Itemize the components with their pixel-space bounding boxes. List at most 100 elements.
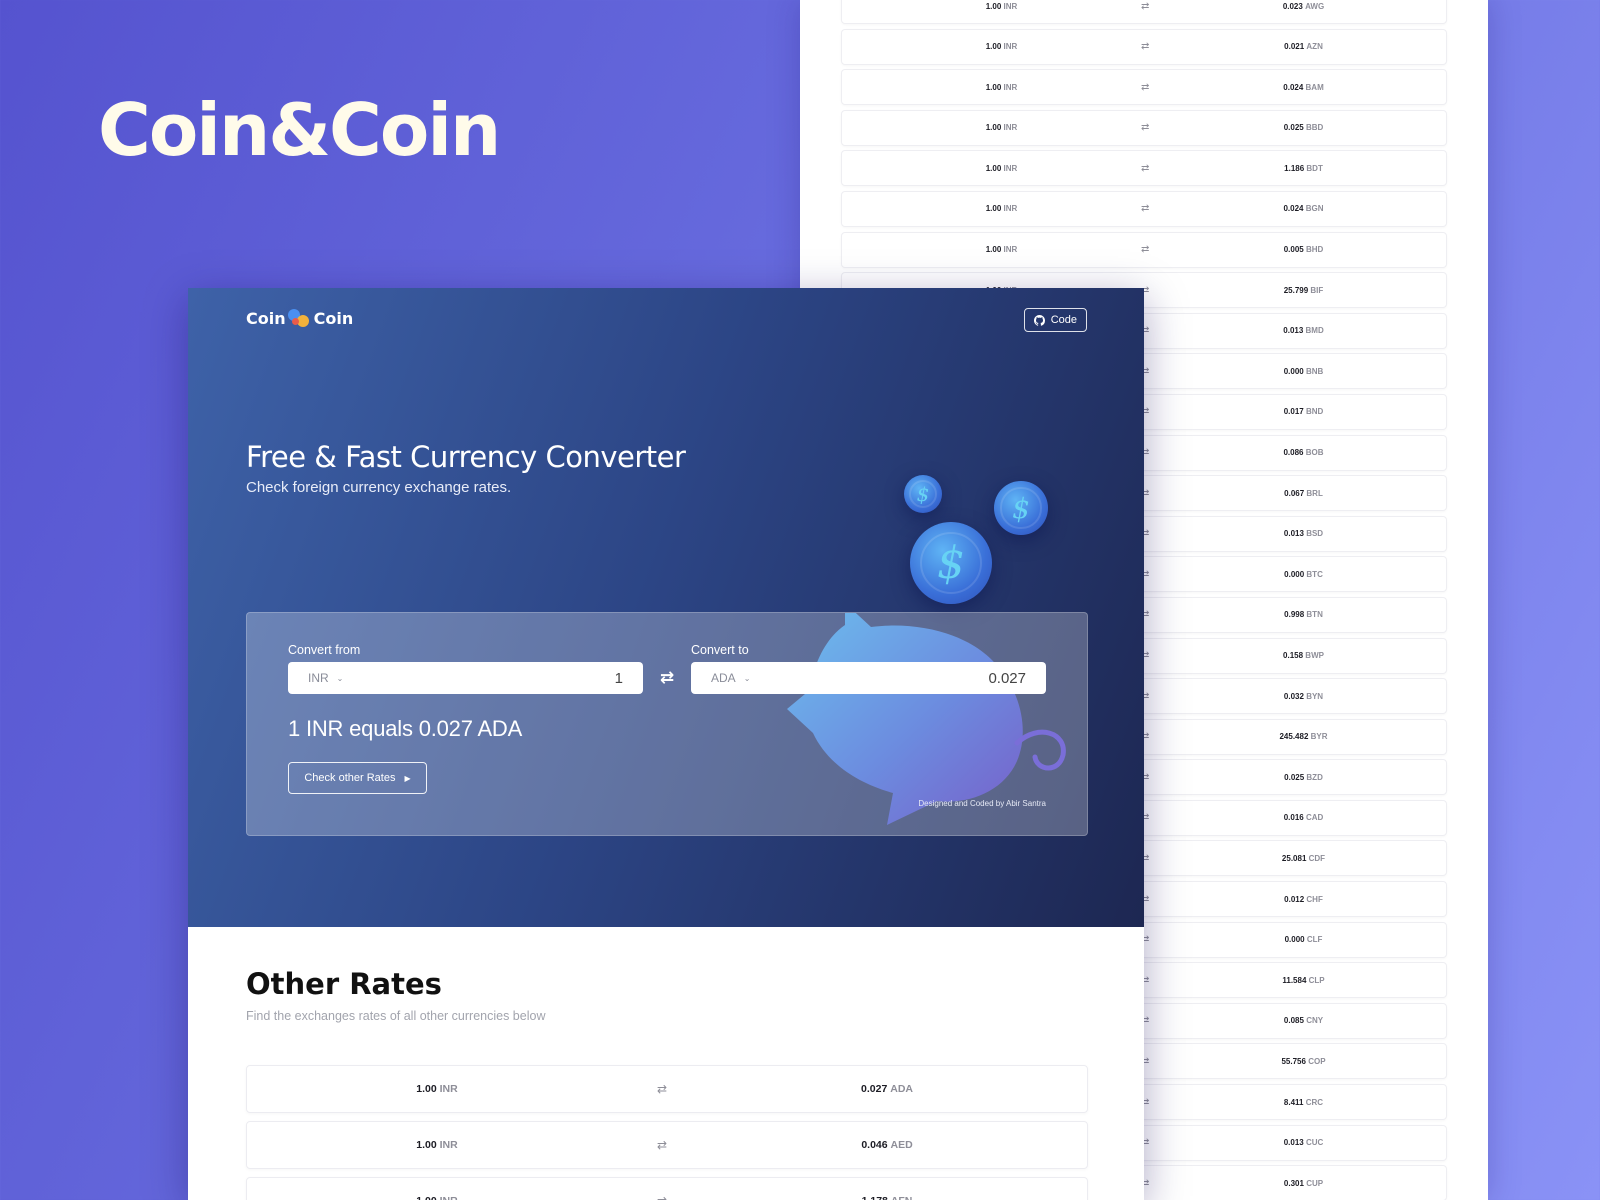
rate-to-amount: 55.756	[1281, 1056, 1306, 1066]
hero-section: Coin Coin Code Free & Fast Currency Conv…	[188, 288, 1144, 927]
check-other-rates-label: Check other Rates	[304, 772, 396, 784]
rate-to-currency: CLP	[1308, 975, 1325, 985]
convert-from-label: Convert from	[288, 643, 361, 657]
to-currency-select[interactable]: ADA ⌄	[711, 671, 750, 685]
converter-card: Convert from INR ⌄ ⇄ Convert to ADA ⌄ 1 …	[246, 612, 1088, 836]
rate-to-currency: BSD	[1306, 529, 1324, 539]
rate-to-amount: 0.085	[1283, 1016, 1304, 1026]
check-other-rates-button[interactable]: Check other Rates ▶	[288, 762, 427, 794]
code-button[interactable]: Code	[1023, 308, 1087, 332]
rate-to: 0.024 BAM	[1141, 83, 1446, 92]
rate-to-currency: AED	[890, 1139, 913, 1151]
rate-to-amount: 0.000	[1284, 569, 1305, 579]
coin-illustration-icon: $	[994, 481, 1048, 535]
rate-to-currency: BTN	[1306, 610, 1323, 620]
rate-row: 1.00 INR ⇄ 0.024 BGN	[841, 190, 1447, 227]
code-button-label: Code	[1050, 314, 1077, 326]
rate-to-currency: CLF	[1306, 935, 1323, 945]
from-amount-input[interactable]	[463, 669, 623, 687]
rate-to-currency: BZD	[1306, 772, 1323, 782]
rate-to: 0.998 BTN	[1141, 610, 1446, 619]
rate-to-amount: 0.032	[1283, 691, 1304, 701]
rate-to-currency: BRL	[1306, 488, 1323, 498]
rate-from: 1.00 INR	[247, 1195, 687, 1200]
rate-to: 245.482 BYR	[1141, 732, 1446, 741]
rate-to-amount: 0.046	[861, 1139, 888, 1151]
rate-from-currency: INR	[1003, 163, 1018, 173]
rate-to-currency: CHF	[1306, 894, 1323, 904]
rate-to-currency: CUC	[1305, 1138, 1324, 1148]
convert-to-label: Convert to	[691, 643, 749, 657]
rate-from: 1.00 INR	[842, 2, 1141, 11]
rate-to-amount: 0.012	[1284, 894, 1305, 904]
rate-to: 0.013 BMD	[1141, 326, 1446, 335]
to-amount-input[interactable]	[866, 669, 1026, 687]
rate-to-amount: 1.178	[862, 1195, 888, 1200]
rate-to-currency: BTC	[1306, 569, 1323, 579]
rate-to-amount: 0.016	[1283, 813, 1304, 823]
rate-from-currency: INR	[1003, 245, 1018, 255]
rate-to-amount: 0.027	[861, 1083, 888, 1095]
rate-to-amount: 25.799	[1283, 285, 1309, 295]
logo-coins-icon	[287, 308, 313, 328]
rate-to: 0.027 ADA	[687, 1083, 1087, 1095]
rate-from-amount: 1.00	[985, 82, 1002, 92]
chevron-down-icon: ⌄	[336, 673, 344, 683]
rate-to-currency: BBD	[1305, 123, 1324, 133]
rate-to: 55.756 COP	[1141, 1057, 1446, 1066]
rate-row: 1.00 INR ⇄ 0.023 AWG	[841, 0, 1447, 24]
rate-to-amount: 0.301	[1283, 1178, 1304, 1188]
logo[interactable]: Coin Coin	[246, 308, 353, 328]
other-rates-subtitle: Find the exchanges rates of all other cu…	[246, 1009, 546, 1023]
rate-row: 1.00 INR ⇄ 0.024 BAM	[841, 69, 1447, 106]
to-currency-value: ADA	[711, 671, 736, 685]
rate-to: 0.085 CNY	[1141, 1016, 1446, 1025]
rate-to-currency: BHD	[1305, 245, 1324, 255]
rate-from: 1.00 INR	[842, 42, 1141, 51]
from-currency-select[interactable]: INR ⌄	[308, 671, 343, 685]
rate-to-amount: 0.013	[1283, 529, 1304, 539]
rate-to: 0.086 BOB	[1141, 448, 1446, 457]
swap-currencies-icon[interactable]: ⇄	[657, 669, 677, 687]
rate-to: 8.411 CRC	[1141, 1098, 1446, 1107]
rate-to-currency: CAD	[1305, 813, 1324, 823]
rate-to: 11.584 CLP	[1141, 976, 1446, 985]
rate-to-currency: COP	[1308, 1056, 1326, 1066]
rate-from-amount: 1.00	[416, 1195, 436, 1200]
rate-to: 0.024 BGN	[1141, 204, 1446, 213]
rate-to: 0.025 BBD	[1141, 123, 1446, 132]
rate-row: 1.00 INR ⇄ 0.027 ADA	[246, 1065, 1088, 1113]
rate-to: 1.178 AFN	[687, 1195, 1087, 1200]
other-rates-list: 1.00 INR⇄0.027 ADA1.00 INR⇄0.046 AED1.00…	[246, 1065, 1088, 1200]
rate-to-amount: 0.067	[1284, 488, 1305, 498]
rate-to-amount: 0.025	[1283, 123, 1304, 133]
conversion-result: 1 INR equals 0.027 ADA	[288, 716, 523, 741]
rate-to-amount: 0.017	[1283, 407, 1304, 417]
rate-to-currency: BNB	[1305, 366, 1324, 376]
rate-to-currency: BND	[1305, 407, 1324, 417]
rate-to-currency: CDF	[1308, 853, 1326, 863]
rate-to-currency: CRC	[1305, 1097, 1324, 1107]
rate-to: 0.023 AWG	[1141, 2, 1446, 11]
rate-to-amount: 0.086	[1283, 448, 1304, 458]
rate-to-currency: BMD	[1305, 326, 1324, 336]
rate-from: 1.00 INR	[842, 245, 1141, 254]
rate-to: 0.000 CLF	[1141, 935, 1446, 944]
rate-to-amount: 0.005	[1283, 245, 1304, 255]
rate-to: 0.021 AZN	[1141, 42, 1446, 51]
rate-to-amount: 0.025	[1284, 772, 1305, 782]
logo-text-right: Coin	[313, 308, 354, 328]
from-currency-value: INR	[308, 671, 329, 685]
rate-from-currency: INR	[1003, 204, 1018, 214]
rate-to-amount: 0.024	[1283, 82, 1304, 92]
rate-to-amount: 25.081	[1281, 853, 1307, 863]
brand-title: Coin&Coin	[98, 88, 501, 172]
rate-to-amount: 0.023	[1282, 1, 1303, 11]
rate-to-currency: BYN	[1306, 691, 1324, 701]
rate-to: 0.013 CUC	[1141, 1138, 1446, 1147]
rate-to: 0.000 BNB	[1141, 367, 1446, 376]
rate-to-currency: BIF	[1310, 285, 1324, 295]
rate-to-currency: ADA	[890, 1083, 913, 1095]
rate-to-currency: CUP	[1306, 1178, 1324, 1188]
rate-to-currency: BAM	[1305, 82, 1324, 92]
